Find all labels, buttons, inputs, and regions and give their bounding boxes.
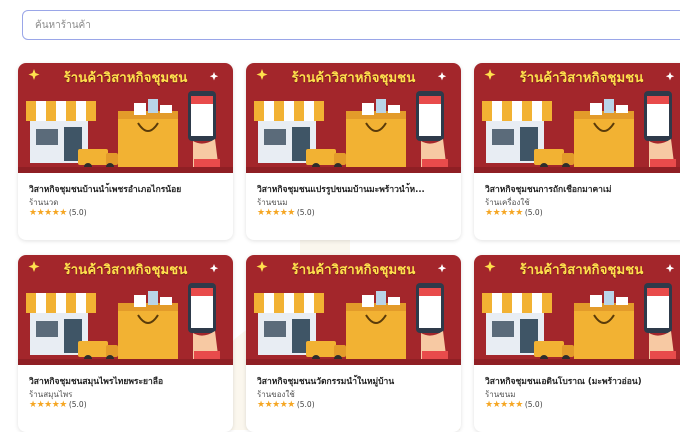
shop-rating: ★★★★★ (5.0)	[485, 400, 543, 410]
star-rating-icon: ★★★★★	[29, 400, 67, 410]
shop-banner-title: ร้านค้าวิสาหกิจชุมชน	[63, 263, 188, 278]
rating-score: (5.0)	[524, 400, 543, 409]
shop-banner-title: ร้านค้าวิสาหกิจชุมชน	[519, 71, 644, 86]
shop-rating: ★★★★★ (5.0)	[29, 208, 87, 218]
shop-name[interactable]: วิสาหกิจชุมชนแปรรูปขนมบ้านมะพร้าวนำ้ห...	[257, 182, 455, 196]
shop-card[interactable]: ร้านค้าวิสาหกิจชุมชน วิสาหกิจชุมชนเอดินโ…	[474, 255, 680, 432]
rating-score: (5.0)	[524, 208, 543, 217]
star-rating-icon: ★★★★★	[485, 400, 523, 410]
shop-name[interactable]: วิสาหกิจชุมชนนวัตกรรมนำ้ในหมู่บ้าน	[257, 374, 455, 388]
shop-card[interactable]: ร้านค้าวิสาหกิจชุมชน วิสาหกิจชุมชนการถัก…	[474, 63, 680, 240]
star-rating-icon: ★★★★★	[257, 208, 295, 218]
star-rating-icon: ★★★★★	[29, 208, 67, 218]
shop-banner: ร้านค้าวิสาหกิจชุมชน	[246, 63, 461, 173]
shop-banner: ร้านค้าวิสาหกิจชุมชน	[246, 255, 461, 365]
shop-rating: ★★★★★ (5.0)	[29, 400, 87, 410]
search-bar[interactable]	[22, 10, 680, 40]
shop-banner-title: ร้านค้าวิสาหกิจชุมชน	[63, 71, 188, 86]
search-input[interactable]	[23, 11, 635, 39]
shop-card[interactable]: ร้านค้าวิสาหกิจชุมชน วิสาหกิจชุมชนแปรรูป…	[246, 63, 461, 240]
rating-score: (5.0)	[68, 208, 87, 217]
shop-card[interactable]: ร้านค้าวิสาหกิจชุมชน วิสาหกิจชุมชนนวัตกร…	[246, 255, 461, 432]
shop-banner-title: ร้านค้าวิสาหกิจชุมชน	[291, 71, 416, 86]
shop-banner: ร้านค้าวิสาหกิจชุมชน	[474, 63, 680, 173]
shop-rating: ★★★★★ (5.0)	[485, 208, 543, 218]
shop-banner-title: ร้านค้าวิสาหกิจชุมชน	[519, 263, 644, 278]
shop-card[interactable]: ร้านค้าวิสาหกิจชุมชน วิสาหกิจชุมชนบ้านนำ…	[18, 63, 233, 240]
shop-name[interactable]: วิสาหกิจชุมชนการถักเชือกมาคาเม่	[485, 182, 680, 196]
shop-name[interactable]: วิสาหกิจชุมชนบ้านนำ้เพชรอำเภอไกรน้อย	[29, 182, 227, 196]
shop-name[interactable]: วิสาหกิจชุมชนสมุนไพรไทยพระยาลือ	[29, 374, 227, 388]
rating-score: (5.0)	[296, 208, 315, 217]
shop-rating: ★★★★★ (5.0)	[257, 208, 315, 218]
rating-score: (5.0)	[296, 400, 315, 409]
shop-rating: ★★★★★ (5.0)	[257, 400, 315, 410]
star-rating-icon: ★★★★★	[257, 400, 295, 410]
rating-score: (5.0)	[68, 400, 87, 409]
shop-banner-title: ร้านค้าวิสาหกิจชุมชน	[291, 263, 416, 278]
shop-name[interactable]: วิสาหกิจชุมชนเอดินโบราณ (มะพร้าวอ่อน)	[485, 374, 680, 388]
star-rating-icon: ★★★★★	[485, 208, 523, 218]
shop-banner: ร้านค้าวิสาหกิจชุมชน	[18, 255, 233, 365]
shop-card[interactable]: ร้านค้าวิสาหกิจชุมชน วิสาหกิจชุมชนสมุนไพ…	[18, 255, 233, 432]
shop-banner: ร้านค้าวิสาหกิจชุมชน	[474, 255, 680, 365]
shop-banner: ร้านค้าวิสาหกิจชุมชน	[18, 63, 233, 173]
